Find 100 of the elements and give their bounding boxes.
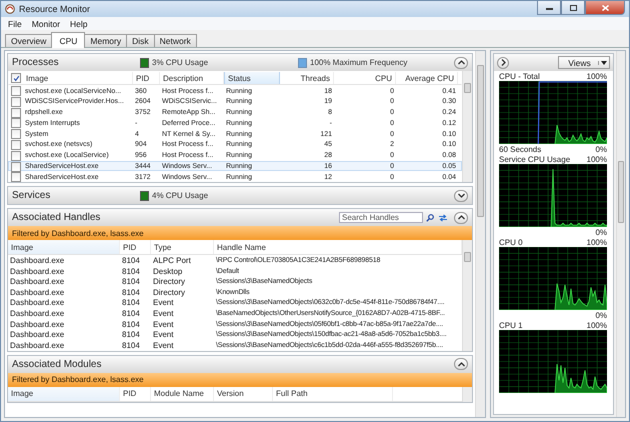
graph-title: CPU - Total [499, 72, 540, 80]
tab[interactable]: Disk [126, 34, 155, 47]
table-cell-text: ALPC Port [152, 256, 192, 265]
scale-max-label: 100% [586, 72, 607, 80]
column-header[interactable]: Average CPU [396, 72, 458, 84]
scrollbar[interactable] [616, 51, 625, 417]
chevron-up-icon [458, 215, 464, 220]
maximize-icon [570, 4, 576, 10]
column-header[interactable]: Type [151, 240, 214, 254]
scrollbar[interactable] [462, 71, 472, 182]
collapse-button[interactable] [454, 212, 468, 224]
table-cell-text: 8104 [121, 256, 141, 265]
scale-min-label: 0% [595, 310, 607, 320]
cpu-usage-label: 4% CPU Usage [152, 191, 208, 200]
filter-label: Filtered by Dashboard.exe, lsass.exe [12, 375, 144, 384]
views-button[interactable]: Views [558, 56, 610, 69]
column-header[interactable]: Image [8, 240, 120, 254]
legend-swatch [298, 58, 307, 68]
menu-item[interactable]: Help [65, 18, 93, 28]
panel-title: Associated Handles [12, 212, 102, 224]
table-cell-text: 8104 [121, 330, 141, 340]
table-cell-text: Event [152, 330, 174, 340]
column-header[interactable]: Image [8, 386, 120, 401]
column-header[interactable]: Threads [280, 72, 334, 84]
panel-title: Processes [12, 57, 60, 68]
search-icon [426, 214, 434, 222]
table-cell-text: 8104 [121, 298, 141, 308]
scrollbar[interactable] [462, 240, 472, 351]
table-cell-text: 8104 [121, 320, 141, 329]
checkbox[interactable] [11, 129, 21, 140]
table-cell-text: Dashboard.exe [9, 308, 66, 318]
checkbox[interactable] [11, 86, 21, 96]
table-cell-text: Event [152, 308, 174, 318]
graph-title: CPU 0 [499, 238, 523, 246]
close-button[interactable] [585, 1, 625, 15]
legend-swatch [140, 190, 149, 201]
tab[interactable]: CPU [51, 32, 86, 48]
column-header[interactable]: Image [23, 72, 133, 84]
column-header[interactable]: PID [133, 72, 160, 84]
table-cell-text: Desktop [152, 266, 184, 276]
table-cell-text: 8104 [121, 308, 141, 318]
column-header[interactable]: Module Name [151, 386, 214, 401]
column-header[interactable]: CPU [334, 72, 396, 84]
table-cell-text: Dashboard.exe [9, 266, 66, 276]
app-icon [5, 4, 15, 14]
expand-button[interactable] [454, 190, 468, 202]
graph-title: Service CPU Usage [499, 154, 570, 164]
maximize-button[interactable] [561, 1, 585, 15]
column-header[interactable]: PID [120, 386, 151, 401]
table-cell-text: 8104 [121, 288, 141, 297]
table-cell-text: Event [152, 340, 174, 350]
panel-header[interactable]: Services 4% CPU Usage [8, 187, 472, 204]
cpu-usage-label: 3% CPU Usage [152, 58, 208, 67]
checkbox[interactable] [11, 150, 21, 161]
checkbox[interactable] [11, 96, 21, 107]
close-icon [602, 4, 608, 10]
table-cell-text: Dashboard.exe [9, 288, 66, 297]
chevron-up-icon [458, 60, 464, 65]
table-cell-text: Dashboard.exe [9, 330, 66, 340]
scale-max-label: 100% [586, 238, 607, 246]
collapse-button[interactable] [454, 358, 468, 370]
window-title: Resource Monitor [19, 4, 90, 14]
panel-header[interactable]: Processes 3% CPU Usage 100% Maximum Frequency [8, 54, 472, 71]
tab[interactable]: Memory [84, 34, 128, 47]
scale-max-label: 100% [586, 154, 607, 164]
column-header[interactable]: Full Path [273, 386, 393, 401]
table-cell-text: Dashboard.exe [9, 298, 66, 308]
table-cell-text: 8104 [121, 277, 141, 286]
table-cell-text: Event [152, 298, 174, 308]
table-cell-text: Event [152, 320, 174, 329]
search-field[interactable]: Search Handles [339, 212, 423, 224]
checkbox[interactable] [11, 73, 21, 83]
tab[interactable]: Overview [5, 34, 52, 47]
collapse-button[interactable] [454, 56, 468, 68]
table-cell-text: 8104 [121, 340, 141, 350]
time-span-label: 60 Seconds [499, 144, 542, 154]
minimize-button[interactable] [537, 1, 561, 15]
scale-min-label: 0% [595, 228, 607, 236]
panel-title: Associated Modules [12, 358, 102, 370]
checkbox[interactable] [11, 118, 21, 128]
checkbox[interactable] [11, 140, 21, 150]
column-header[interactable]: PID [120, 240, 151, 254]
table-cell-text: Dashboard.exe [9, 320, 66, 329]
tab[interactable]: Network [154, 34, 197, 47]
scrollbar[interactable] [475, 51, 485, 417]
scrollbar[interactable] [462, 386, 472, 402]
legend-swatch [140, 58, 149, 68]
panel-header[interactable]: Associated Handles Search Handles [8, 209, 472, 226]
table-cell-text: Directory [152, 288, 186, 297]
menu-item[interactable]: Monitor [26, 18, 66, 28]
column-header[interactable]: Status [224, 72, 280, 84]
checkbox[interactable] [11, 162, 21, 172]
panel-header[interactable]: Associated Modules [8, 356, 472, 373]
refresh-icon[interactable] [438, 214, 448, 222]
checkbox[interactable] [11, 108, 21, 118]
collapse-panel-button[interactable] [497, 56, 509, 68]
menu-item[interactable]: File [3, 18, 27, 28]
column-header[interactable]: Version [214, 386, 273, 401]
filter-label: Filtered by Dashboard.exe, lsass.exe [12, 228, 144, 238]
checkbox[interactable] [11, 172, 21, 182]
